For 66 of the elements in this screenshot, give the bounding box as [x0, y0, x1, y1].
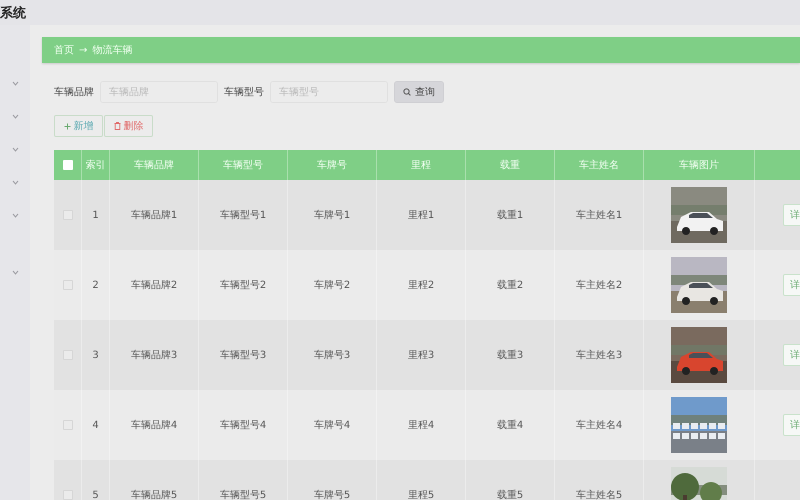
table-cell-text: 车主姓名3 [576, 348, 622, 362]
detail-button[interactable]: 详 [783, 274, 800, 296]
table-cell-text: 里程4 [408, 419, 434, 432]
table-cell-text: 车牌号3 [314, 348, 350, 362]
column-header[interactable]: 车辆图片 [679, 158, 719, 172]
table-cell-text: 车辆型号5 [220, 488, 266, 500]
field-label: 车辆型号 [224, 86, 264, 99]
column-header[interactable]: 车辆型号 [223, 158, 263, 172]
add-button[interactable]: 新增 [54, 115, 103, 137]
delete-button[interactable]: 删除 [104, 115, 153, 137]
trash-icon [114, 122, 120, 130]
chevron-icon[interactable] [12, 180, 18, 185]
table-cell-text: 载重4 [496, 418, 524, 432]
table-cell-text: 车辆型号2 [220, 278, 266, 292]
column-header[interactable]: 索引 [86, 158, 106, 172]
table-cell-text: 车辆型号1 [220, 208, 266, 222]
table-cell-text: 车辆品牌3 [130, 348, 178, 362]
table-cell-text: 载重2 [496, 278, 524, 292]
chevron-icon[interactable] [12, 213, 18, 218]
app-title: 系统 [0, 4, 26, 22]
detail-button[interactable]: 详 [783, 344, 800, 366]
table-cell-text: 里程1 [408, 209, 434, 222]
select-all-checkbox[interactable] [62, 160, 72, 170]
table-cell: 3 [92, 350, 99, 360]
search-icon [403, 88, 411, 96]
breadcrumb-current: 物流车辆 [92, 44, 132, 57]
chevron-icon[interactable] [12, 270, 18, 275]
table-cell-text: 里程2 [408, 279, 434, 292]
table-cell-text: 车牌号5 [314, 488, 350, 500]
table-cell-text: 载重1 [496, 208, 524, 222]
table-cell-text: 车主姓名5 [576, 488, 622, 500]
chevron-icon[interactable] [12, 81, 18, 86]
chevron-icon[interactable] [12, 147, 18, 152]
table-cell-text: 里程5 [408, 489, 434, 500]
table-cell-text: 车牌号2 [314, 278, 350, 292]
table-cell-text: 载重3 [496, 348, 524, 362]
column-header[interactable]: 车牌号 [317, 158, 347, 172]
search-button[interactable]: 查询 [394, 81, 444, 103]
table-cell: 2 [92, 280, 99, 290]
table-cell-text: 车辆品牌4 [130, 418, 178, 432]
table-cell-text: 车主姓名2 [576, 278, 622, 292]
table-cell-text: 车辆品牌5 [130, 488, 178, 500]
column-header[interactable]: 车辆品牌 [134, 158, 174, 172]
table-cell-text: 车牌号1 [314, 208, 350, 222]
table-cell-text: 车主姓名1 [576, 208, 622, 222]
table-cell-text: 车辆品牌1 [130, 208, 178, 222]
table-cell-text: 里程3 [408, 349, 434, 362]
table-cell-text: 车辆品牌2 [130, 278, 178, 292]
breadcrumb-link[interactable]: 首页 [54, 43, 74, 57]
table-cell-text: 载重5 [496, 488, 524, 500]
table-cell-text: 车主姓名4 [576, 418, 622, 432]
detail-button[interactable]: 详 [783, 414, 800, 436]
table-cell: 5 [92, 490, 99, 500]
breadcrumb-separator: → [79, 44, 88, 56]
table-cell-text: 车辆型号4 [220, 418, 266, 432]
plus-icon [64, 122, 70, 130]
chevron-icon[interactable] [12, 114, 18, 119]
column-header[interactable]: 里程 [411, 158, 431, 172]
table-cell-text: 车辆型号3 [220, 348, 266, 362]
column-header[interactable]: 车主姓名 [579, 158, 619, 172]
column-header[interactable]: 载重 [500, 158, 520, 172]
table-cell: 1 [92, 210, 99, 220]
table-cell: 4 [92, 420, 99, 430]
table-cell-text: 车牌号4 [314, 418, 350, 432]
field-label: 车辆品牌 [54, 86, 94, 99]
detail-button[interactable]: 详 [783, 204, 800, 226]
